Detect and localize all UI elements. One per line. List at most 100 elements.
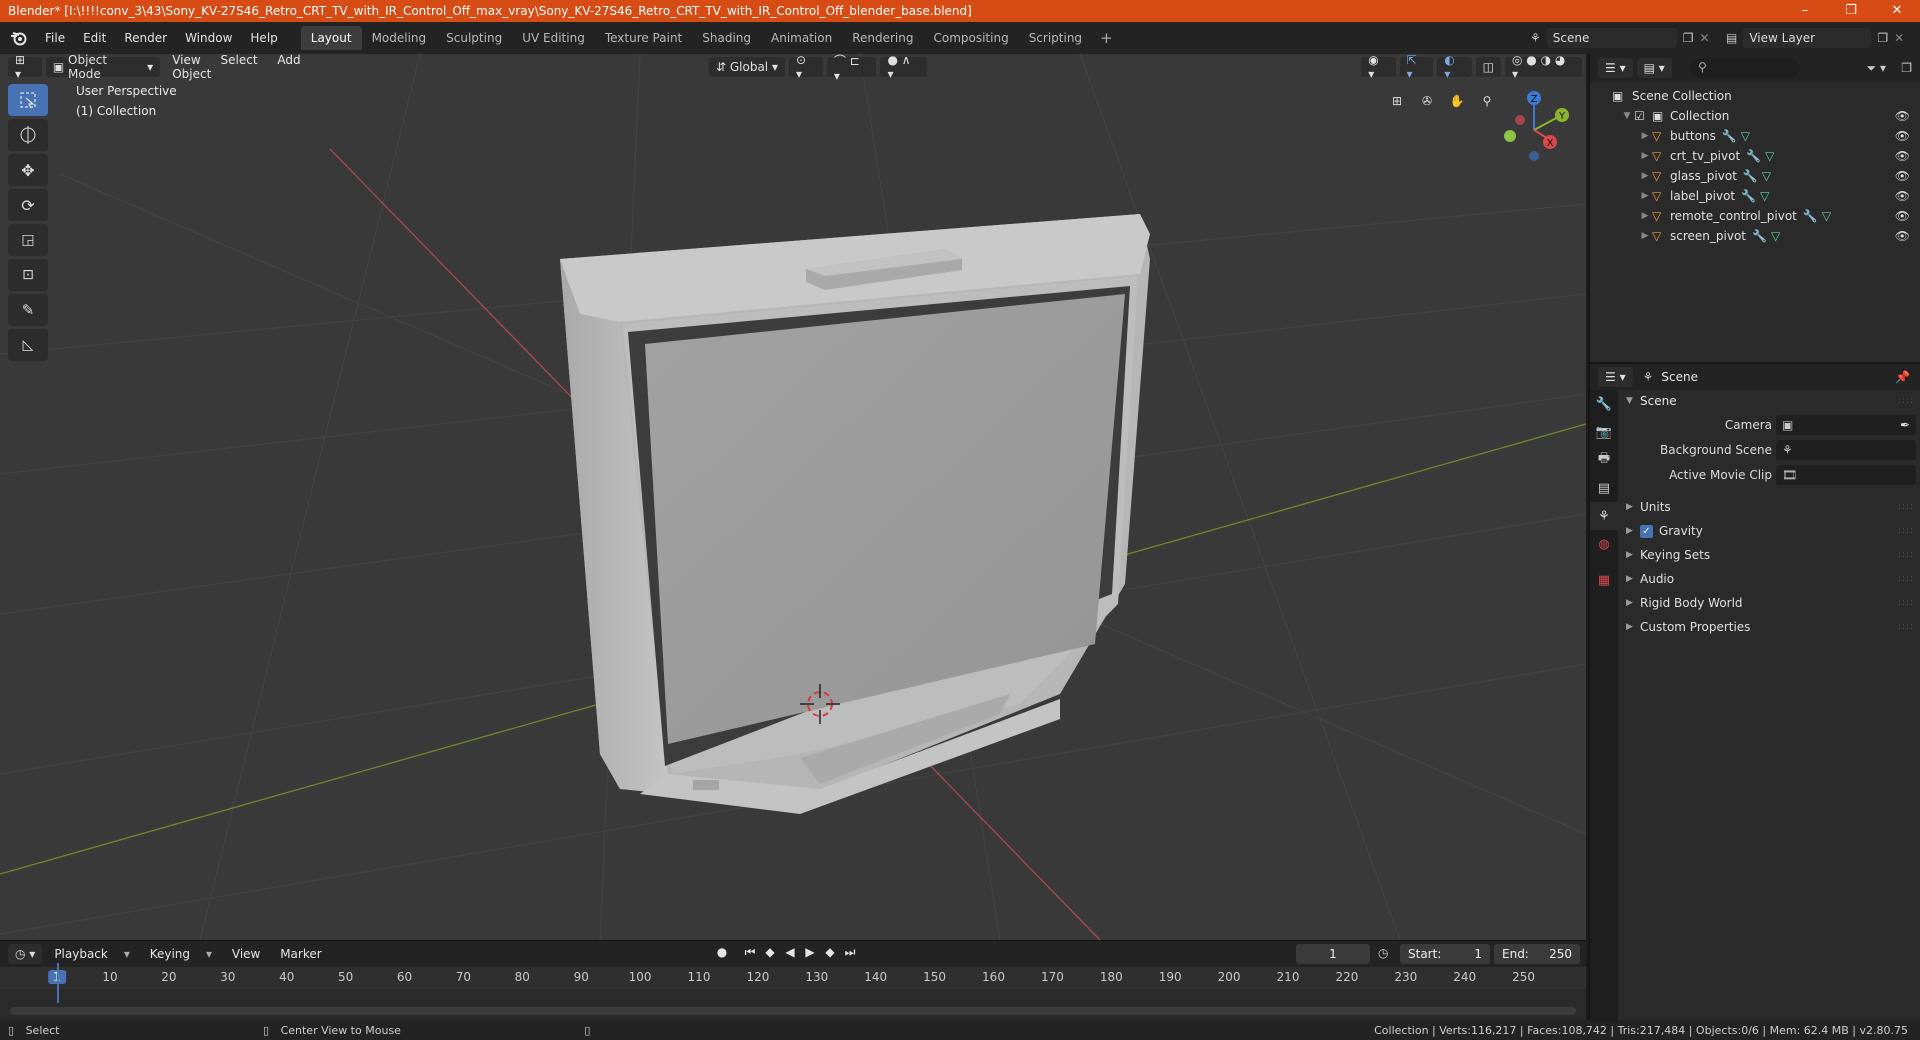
view-layer-field[interactable]: View Layer xyxy=(1743,28,1872,48)
rotate-tool-icon[interactable]: ⟳ xyxy=(8,189,48,221)
view-layer-selector[interactable]: ▤ View Layer ❐ ✕ xyxy=(1726,27,1912,49)
pivot-point-icon[interactable]: ⊙ ▾ xyxy=(788,54,823,81)
end-frame-field[interactable]: End: 250 xyxy=(1494,944,1580,964)
select-box-tool-icon[interactable] xyxy=(8,84,48,116)
jump-end-icon[interactable]: ⏭ xyxy=(840,945,860,960)
pan-view-icon[interactable]: ✋ xyxy=(1442,86,1472,116)
minimize-button[interactable]: – xyxy=(1782,0,1828,22)
scene-selector[interactable]: ⚘ Scene ❐ ✕ xyxy=(1530,27,1710,49)
gravity-checkbox[interactable]: ✓ xyxy=(1640,524,1653,538)
navigation-gizmo[interactable]: Z Y X xyxy=(1490,84,1580,174)
annotate-tool-icon[interactable]: ✎ xyxy=(8,294,48,326)
drag-handle-icon[interactable]: :::: xyxy=(1898,550,1914,560)
menu-file[interactable]: File xyxy=(36,31,74,45)
play-reverse-icon[interactable]: ◀ xyxy=(780,945,800,960)
transform-orientation-dropdown[interactable]: ⇵ Global ▾ xyxy=(708,57,785,77)
collapse-arrow-icon[interactable]: ▼ xyxy=(1620,111,1634,121)
tab-scripting[interactable]: Scripting xyxy=(1019,26,1092,50)
tab-sculpting[interactable]: Sculpting xyxy=(436,26,512,50)
drag-handle-icon[interactable]: :::: xyxy=(1898,622,1914,632)
visibility-eye-icon[interactable]: 👁 xyxy=(1895,109,1910,123)
expand-arrow-icon[interactable]: ▶ xyxy=(1638,151,1652,161)
output-tab-icon[interactable]: 🖶 xyxy=(1590,446,1618,474)
mesh-data-icon[interactable]: ▽ xyxy=(1822,209,1831,223)
scale-tool-icon[interactable]: ◲ xyxy=(8,224,48,256)
playhead[interactable] xyxy=(57,963,59,1003)
view-layer-tab-icon[interactable]: ▤ xyxy=(1590,474,1618,502)
next-keyframe-icon[interactable]: ◆ xyxy=(820,945,840,960)
filter-icon[interactable]: ⏷ ▾ xyxy=(1867,61,1886,76)
menu-keying[interactable]: Keying xyxy=(142,947,198,961)
transform-tool-icon[interactable]: ⊡ xyxy=(8,259,48,291)
outliner-editor-type-button[interactable]: ☰ ▾ xyxy=(1598,58,1633,78)
xray-toggle-icon[interactable]: ◫ xyxy=(1475,57,1502,77)
keying-sets-subpanel[interactable]: ▶ Keying Sets:::: xyxy=(1618,543,1920,567)
menu-select[interactable]: Select xyxy=(213,54,266,67)
new-view-layer-icon[interactable]: ❐ xyxy=(1877,31,1888,45)
visibility-icon[interactable]: ◉ ▾ xyxy=(1361,54,1396,81)
editor-type-button[interactable]: ⊞ ▾ xyxy=(8,54,42,81)
texture-tab-icon[interactable]: ▦ xyxy=(1590,566,1618,594)
move-tool-icon[interactable]: ✥ xyxy=(8,154,48,186)
modifier-wrench-icon[interactable]: 🔧 xyxy=(1722,129,1737,143)
measure-tool-icon[interactable]: ◺ xyxy=(8,329,48,361)
current-frame-field[interactable]: 1 xyxy=(1296,944,1370,964)
menu-render[interactable]: Render xyxy=(115,31,176,45)
menu-object[interactable]: Object xyxy=(164,67,219,81)
expand-arrow-icon[interactable]: ▶ xyxy=(1638,211,1652,221)
delete-scene-icon[interactable]: ✕ xyxy=(1700,31,1710,45)
rigid-body-world-subpanel[interactable]: ▶ Rigid Body World:::: xyxy=(1618,591,1920,615)
menu-add[interactable]: Add xyxy=(269,54,308,67)
expand-arrow-icon[interactable]: ▶ xyxy=(1626,502,1640,512)
blender-logo-icon[interactable] xyxy=(8,27,30,49)
expand-arrow-icon[interactable]: ▶ xyxy=(1626,574,1640,584)
proportional-edit-icon[interactable]: ● ∧ ▾ xyxy=(880,54,928,81)
tab-shading[interactable]: Shading xyxy=(692,26,761,50)
3d-viewport[interactable]: ⊞ ▾ ▣ Object Mode ▾ View Select Add Obje… xyxy=(0,54,1586,940)
mesh-data-icon[interactable]: ▽ xyxy=(1741,129,1750,143)
expand-arrow-icon[interactable]: ▶ xyxy=(1626,622,1640,632)
prev-keyframe-icon[interactable]: ◆ xyxy=(760,945,780,960)
modifier-wrench-icon[interactable]: 🔧 xyxy=(1803,209,1818,223)
close-button[interactable]: ✕ xyxy=(1874,0,1920,22)
add-workspace-button[interactable]: + xyxy=(1092,29,1121,47)
toggle-camera-view-icon[interactable]: ⊞ xyxy=(1382,86,1412,116)
world-tab-icon[interactable]: ◍ xyxy=(1590,530,1618,558)
outliner-object-row[interactable]: ▶ ▽ buttons 🔧 ▽ 👁 xyxy=(1590,126,1920,146)
timeline-scrollbar[interactable] xyxy=(10,1007,1576,1015)
menu-view[interactable]: View xyxy=(164,54,208,67)
expand-arrow-icon[interactable]: ▶ xyxy=(1626,526,1640,536)
outliner-object-row[interactable]: ▶ ▽ crt_tv_pivot 🔧 ▽ 👁 xyxy=(1590,146,1920,166)
expand-arrow-icon[interactable]: ▶ xyxy=(1626,598,1640,608)
play-icon[interactable]: ▶ xyxy=(800,945,820,960)
camera-view-icon[interactable]: ✇ xyxy=(1412,86,1442,116)
expand-arrow-icon[interactable]: ▶ xyxy=(1626,550,1640,560)
outliner-object-row[interactable]: ▶ ▽ label_pivot 🔧 ▽ 👁 xyxy=(1590,186,1920,206)
custom-properties-subpanel[interactable]: ▶ Custom Properties:::: xyxy=(1618,615,1920,639)
outliner-object-row[interactable]: ▶ ▽ remote_control_pivot 🔧 ▽ 👁 xyxy=(1590,206,1920,226)
background-scene-field[interactable]: ⚘ xyxy=(1776,439,1916,460)
drag-handle-icon[interactable]: :::: xyxy=(1898,396,1914,406)
viewport-canvas[interactable] xyxy=(0,54,1586,940)
delete-view-layer-icon[interactable]: ✕ xyxy=(1894,31,1904,45)
expand-arrow-icon[interactable]: ▶ xyxy=(1638,231,1652,241)
camera-field[interactable]: ▣ ✒ xyxy=(1776,414,1916,435)
gravity-subpanel[interactable]: ▶ ✓ Gravity:::: xyxy=(1618,519,1920,543)
new-collection-icon[interactable]: ❐ xyxy=(1901,61,1912,75)
mesh-data-icon[interactable]: ▽ xyxy=(1760,189,1769,203)
mode-dropdown[interactable]: ▣ Object Mode ▾ xyxy=(45,54,161,81)
menu-help[interactable]: Help xyxy=(241,31,286,45)
snap-icon[interactable]: ⌒ ⊏ ▾ xyxy=(826,54,877,83)
shading-modes-icon[interactable]: ◎ ● ◑ ◕ ▾ xyxy=(1505,54,1583,81)
modifier-wrench-icon[interactable]: 🔧 xyxy=(1746,149,1761,163)
cursor-tool-icon[interactable] xyxy=(8,119,48,151)
start-frame-field[interactable]: Start: 1 xyxy=(1400,944,1490,964)
visibility-eye-icon[interactable]: 👁 xyxy=(1895,189,1910,203)
modifier-wrench-icon[interactable]: 🔧 xyxy=(1743,169,1758,183)
drag-handle-icon[interactable]: :::: xyxy=(1898,574,1914,584)
tab-animation[interactable]: Animation xyxy=(761,26,842,50)
collapse-arrow-icon[interactable]: ▼ xyxy=(1626,396,1640,406)
tab-texture-paint[interactable]: Texture Paint xyxy=(595,26,692,50)
render-tab-icon[interactable]: 📷 xyxy=(1590,418,1618,446)
drag-handle-icon[interactable]: :::: xyxy=(1898,502,1914,512)
